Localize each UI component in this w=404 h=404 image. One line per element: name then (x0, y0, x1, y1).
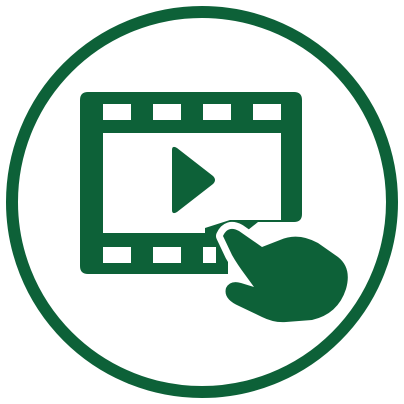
video-film-tap-icon (6, 6, 398, 398)
video-tap-icon-container (0, 0, 404, 404)
outer-ring-icon (6, 6, 398, 398)
play-icon (172, 146, 215, 214)
